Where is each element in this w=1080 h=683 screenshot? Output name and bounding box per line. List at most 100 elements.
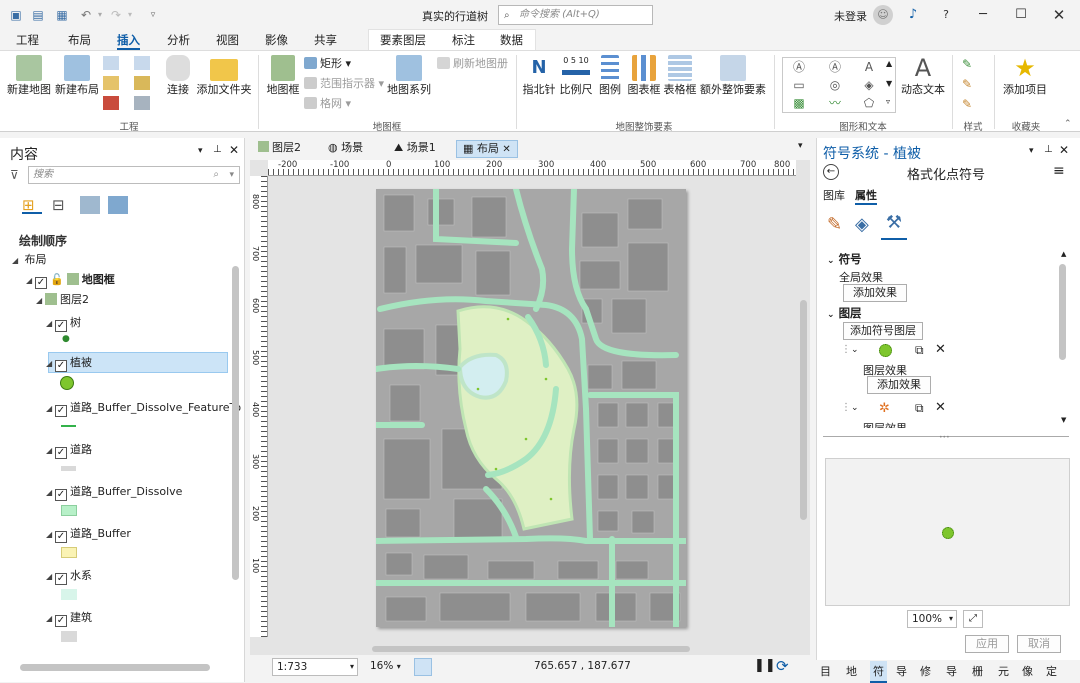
tab-analysis[interactable]: 分析: [167, 32, 190, 48]
wrench-icon[interactable]: ⚒: [881, 212, 907, 240]
toolbox-red-icon[interactable]: [103, 96, 119, 110]
open-project-icon[interactable]: ▣: [8, 7, 24, 23]
fill-symbol-layer-icon[interactable]: [879, 344, 892, 357]
style-icon[interactable]: ✎: [962, 77, 978, 91]
tree-item-map-frame[interactable]: ◢ ✓ 🔓 地图框: [26, 272, 115, 289]
pin-icon[interactable]: ⊥: [213, 144, 222, 155]
layer-item[interactable]: ◢ ✓ 道路: [46, 442, 92, 459]
tab-layout[interactable]: 布局: [68, 32, 91, 48]
delete-icon[interactable]: ✕: [935, 342, 946, 357]
scroll-up-icon[interactable]: ▲: [1061, 250, 1066, 258]
section-symbol[interactable]: ⌄ 符号: [827, 251, 862, 267]
gallery-scroll-down-icon[interactable]: ▼: [886, 79, 892, 88]
map-series-button[interactable]: 地图系列: [386, 55, 432, 96]
save-icon[interactable]: ▦: [54, 7, 70, 23]
new-layout-button[interactable]: 新建布局: [54, 55, 100, 96]
tab-insert[interactable]: 插入: [117, 32, 140, 50]
close-button[interactable]: ✕: [1048, 5, 1070, 25]
delete-icon[interactable]: ✕: [935, 400, 946, 415]
fixed-zoom-icon[interactable]: [414, 658, 432, 676]
scale-bar-button[interactable]: 0 5 10 比例尺: [558, 55, 594, 96]
redo-dropdown-icon[interactable]: ▾: [122, 7, 138, 23]
tab-image[interactable]: 像: [1022, 663, 1033, 679]
tab-import[interactable]: 导: [946, 663, 957, 679]
canvas-horizontal-scrollbar[interactable]: [372, 646, 690, 652]
fill-icon[interactable]: ◈: [855, 77, 883, 94]
maximize-button[interactable]: ☐: [1010, 5, 1032, 25]
tab-scene[interactable]: ◍ 场景: [322, 140, 369, 158]
user-status[interactable]: 未登录: [834, 8, 867, 24]
customize-quick-access-icon[interactable]: ▿: [145, 7, 161, 23]
gallery-expand-icon[interactable]: ▿: [886, 97, 890, 106]
canvas-vertical-scrollbar[interactable]: [800, 300, 807, 520]
vegetation-symbol-icon[interactable]: [60, 376, 74, 390]
tab-scene1[interactable]: ⛰ 场景1: [388, 140, 442, 158]
tab-catalog[interactable]: 目: [820, 663, 831, 679]
back-icon[interactable]: ←: [823, 164, 839, 180]
preview-zoom-select[interactable]: 100% ▾: [907, 610, 957, 628]
tab-export[interactable]: 导: [896, 663, 907, 679]
chevron-down-icon[interactable]: ⌄: [851, 403, 859, 413]
style-icon[interactable]: ✎: [962, 97, 978, 111]
add-layer-effect-button[interactable]: 添加效果: [867, 376, 931, 394]
callout-icon[interactable]: ▭: [785, 77, 813, 94]
copy-icon[interactable]: ⧉: [915, 343, 924, 358]
extent-indicator-button[interactable]: 范围指示器 ▾: [304, 76, 384, 92]
report-icon[interactable]: [103, 56, 119, 70]
text-icon[interactable]: A: [855, 59, 883, 76]
tree-item-layout[interactable]: ◢ 布局: [12, 252, 47, 269]
refresh-icon[interactable]: ⟳: [776, 657, 789, 675]
tab-symbology[interactable]: 符: [870, 661, 887, 683]
point-icon[interactable]: ◎: [821, 77, 849, 94]
close-icon[interactable]: ✕: [1059, 143, 1069, 157]
vertical-scrollbar[interactable]: [232, 266, 239, 580]
cancel-button[interactable]: 取消: [1017, 635, 1061, 653]
add-folder-button[interactable]: 添加文件夹: [196, 55, 252, 96]
style-icon[interactable]: ✎: [962, 57, 978, 71]
new-map-button[interactable]: 新建地图: [6, 55, 52, 96]
minimize-button[interactable]: ─: [972, 5, 994, 25]
connect-button[interactable]: 连接: [160, 55, 196, 96]
add-symbol-layer-button[interactable]: 添加符号图层: [843, 322, 923, 340]
tab-labeling[interactable]: 标注: [452, 32, 475, 48]
zoom-select[interactable]: 16% ▾: [370, 658, 406, 676]
toolbox-icon[interactable]: [103, 76, 119, 90]
vertical-scrollbar[interactable]: [1059, 264, 1066, 360]
command-search-input[interactable]: ⌕ 命令搜索 (Alt+Q): [498, 5, 653, 25]
import-icon[interactable]: [134, 96, 150, 110]
undo-dropdown-icon[interactable]: ▾: [92, 7, 108, 23]
brush-icon[interactable]: ✎: [827, 214, 842, 235]
drawing-order-icon[interactable]: ⊞: [22, 196, 42, 214]
tab-view[interactable]: 视图: [216, 32, 239, 48]
dynamic-text-button[interactable]: A 动态文本: [900, 55, 946, 96]
chart-frame-button[interactable]: 图表框: [626, 55, 662, 96]
pause-icon[interactable]: ❚❚: [754, 658, 776, 673]
task-icon[interactable]: [134, 56, 150, 70]
help-icon[interactable]: ?: [935, 5, 957, 25]
north-arrow-button[interactable]: N 指北针: [520, 55, 558, 96]
rectangle-button[interactable]: 矩形 ▾: [304, 56, 351, 72]
layer-item[interactable]: ◢ ✓ 道路_Buffer_Dissolve: [46, 484, 182, 501]
section-layers[interactable]: ⌄ 图层: [827, 305, 862, 321]
layer-item[interactable]: ◢ ✓ 植被: [46, 355, 92, 372]
layer-item[interactable]: ◢ ✓ 道路_Buffer: [46, 526, 131, 543]
gallery-scroll-up-icon[interactable]: ▲: [886, 59, 892, 68]
tab-raster[interactable]: 栅: [972, 663, 983, 679]
graphics-gallery[interactable]: Ⓐ Ⓐ A ▭ ◎ ◈ ▩ 〰 ⬠: [782, 57, 896, 113]
layer-item[interactable]: ◢ ✓ 建筑: [46, 610, 92, 627]
pin-icon[interactable]: ⊥: [1044, 144, 1053, 155]
selection-icon[interactable]: ⊟: [52, 196, 72, 214]
notebook-icon[interactable]: [134, 76, 150, 90]
refresh-map-series-button[interactable]: 刷新地图册: [437, 56, 508, 72]
snapping-icon[interactable]: [108, 196, 128, 214]
add-item-button[interactable]: ★ 添加项目: [1000, 55, 1050, 96]
scroll-down-icon[interactable]: ▼: [1061, 416, 1066, 424]
horizontal-scrollbar[interactable]: [20, 664, 210, 671]
tab-imagery[interactable]: 影像: [265, 32, 288, 48]
tab-layout[interactable]: ▦ 布局 ✕: [456, 140, 518, 158]
layer-item[interactable]: ◢ ✓ 道路_Buffer_Dissolve_FeatureTo: [46, 400, 241, 417]
table-frame-button[interactable]: 表格框: [662, 55, 698, 96]
tab-element[interactable]: 元: [998, 663, 1009, 679]
hamburger-menu-icon[interactable]: ≡: [1053, 163, 1065, 179]
drag-handle-icon[interactable]: ⋮: [841, 344, 851, 355]
